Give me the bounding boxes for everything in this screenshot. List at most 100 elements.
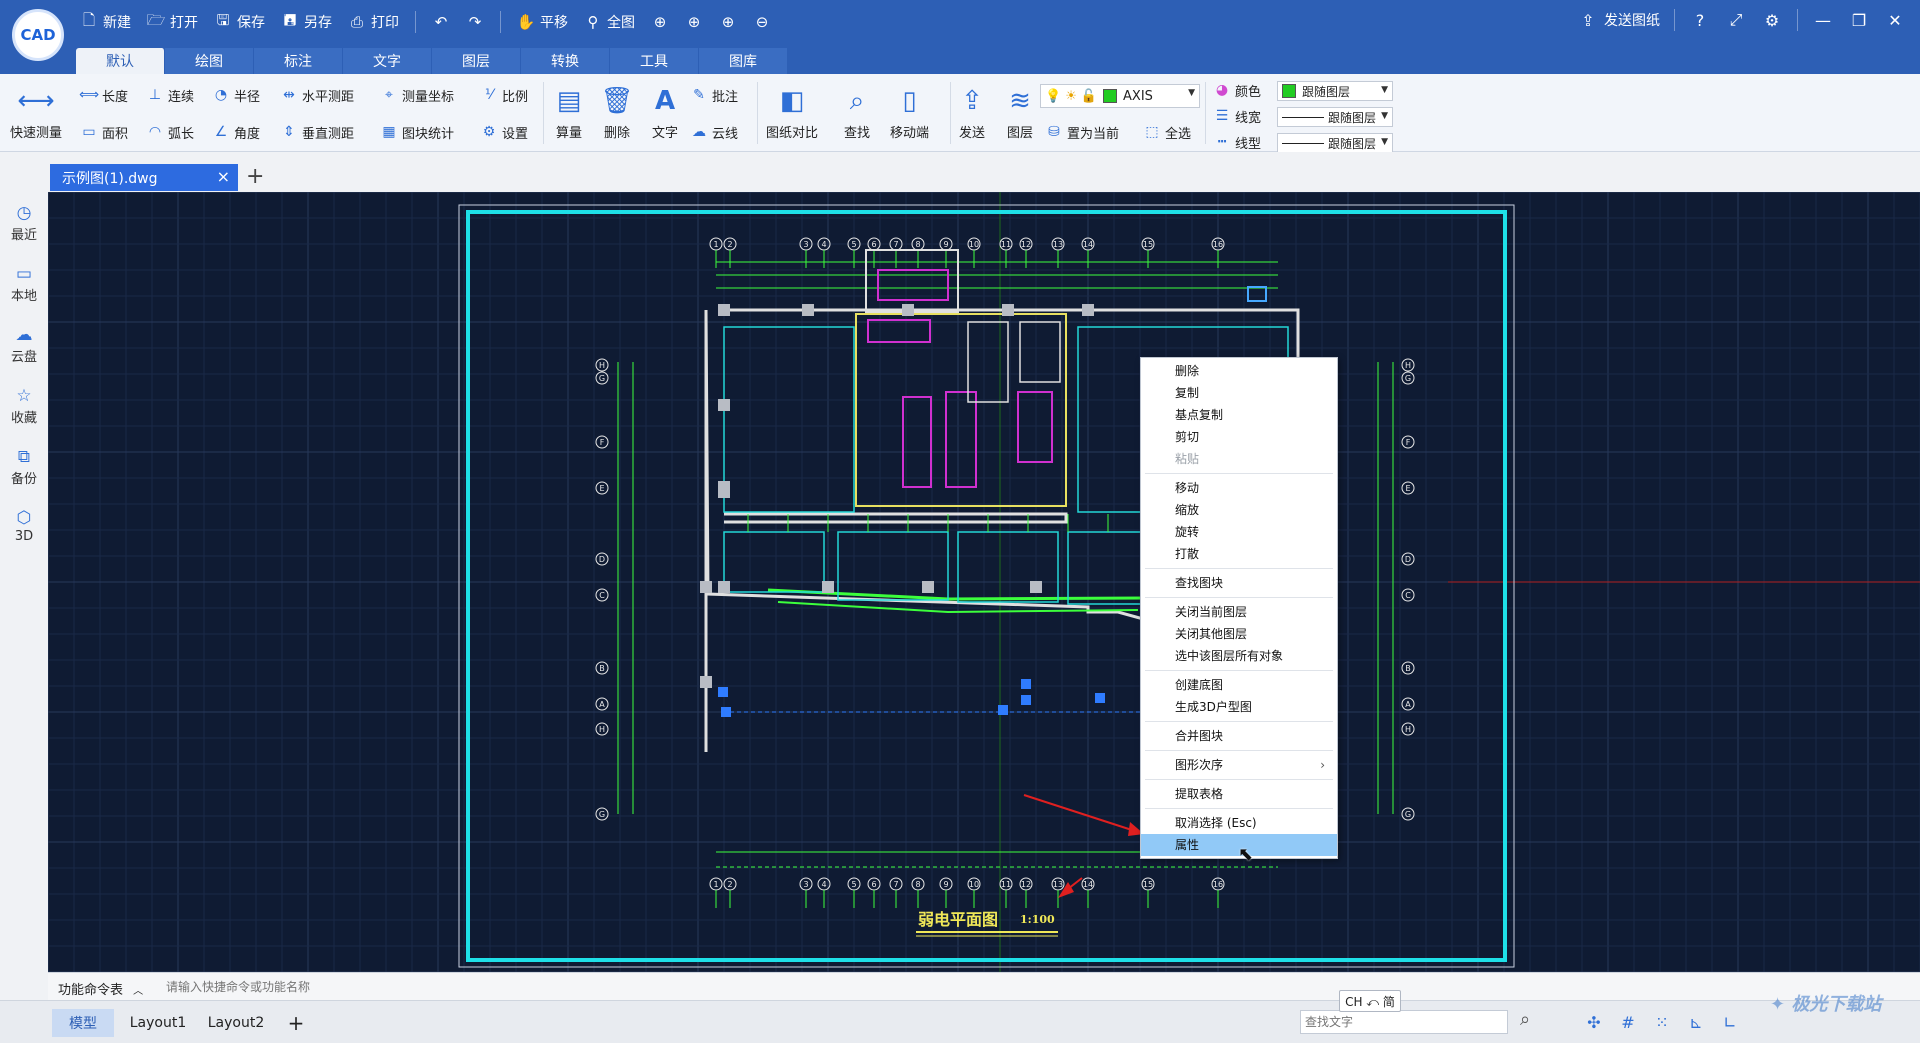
restore-icon[interactable]: ❐ xyxy=(1848,9,1870,31)
menu-item[interactable]: 合并图块 xyxy=(1141,725,1337,747)
menu-item[interactable]: 缩放 xyxy=(1141,499,1337,521)
menu-item[interactable]: 选中该图层所有对象 xyxy=(1141,645,1337,667)
layer-button[interactable]: ≋ 图层 xyxy=(1003,84,1037,141)
tab-5[interactable]: 转换 xyxy=(521,48,610,74)
sidebar-item-cloud[interactable]: ☁ 云盘 xyxy=(0,324,48,365)
menu-item[interactable]: 旋转 xyxy=(1141,521,1337,543)
grid-icon[interactable]: # xyxy=(1616,1011,1640,1033)
ortho-icon[interactable]: ⊾ xyxy=(1684,1011,1708,1033)
quick-measure-button[interactable]: ⟷ 快速测量 xyxy=(10,84,62,141)
search-text-input[interactable] xyxy=(1300,1010,1508,1034)
text-button[interactable]: A 文字 xyxy=(648,84,682,141)
menu-item[interactable]: 基点复制 xyxy=(1141,404,1337,426)
search-icon[interactable]: ⌕ xyxy=(1520,1009,1530,1030)
new-file-button[interactable]: 🗋 新建 xyxy=(80,11,131,32)
fullscreen-icon[interactable]: ⤢ xyxy=(1725,9,1747,31)
close-tab-icon[interactable]: × xyxy=(217,167,230,186)
dot-grid-icon[interactable]: ⁙ xyxy=(1650,1011,1674,1033)
zoom-window-icon[interactable]: ⊕ xyxy=(651,13,669,31)
menu-item[interactable]: 剪切 xyxy=(1141,426,1337,448)
tab-2[interactable]: 标注 xyxy=(254,48,343,74)
menu-item[interactable]: 复制 xyxy=(1141,382,1337,404)
tab-3[interactable]: 文字 xyxy=(343,48,432,74)
menu-item[interactable]: 提取表格 xyxy=(1141,783,1337,805)
add-tab-icon[interactable]: + xyxy=(246,164,264,189)
menu-item[interactable]: 创建底图 xyxy=(1141,674,1337,696)
menu-item[interactable]: 删除 xyxy=(1141,360,1337,382)
find-button[interactable]: ⌕ 查找 xyxy=(840,84,874,142)
save-as-button[interactable]: 🖪 另存 xyxy=(281,11,332,32)
snap-icon[interactable]: ✣ xyxy=(1582,1011,1606,1033)
angle-button[interactable]: ∠ 角度 xyxy=(212,121,260,143)
length-button[interactable]: ⟺ 长度 xyxy=(79,84,128,106)
redo-icon[interactable]: ↷ xyxy=(466,13,484,31)
ime-indicator[interactable]: CH ⤺ 简 xyxy=(1339,990,1401,1012)
print-button[interactable]: ⎙ 打印 xyxy=(348,12,399,32)
tab-7[interactable]: 图库 xyxy=(699,48,788,74)
sidebar-item-3d[interactable]: ⬡ 3D xyxy=(0,507,48,544)
delete-button[interactable]: 🗑 删除 xyxy=(600,84,634,141)
pan-hand-button[interactable]: ✋ 平移 xyxy=(517,12,568,32)
mobile-button[interactable]: ▯ 移动端 xyxy=(890,84,929,141)
radius-button[interactable]: ◔ 半径 xyxy=(212,84,260,106)
layout-tab-layout1[interactable]: Layout1 xyxy=(122,1009,194,1037)
zoom-out-icon[interactable]: ⊖ xyxy=(753,13,771,31)
menu-item[interactable]: 关闭当前图层 xyxy=(1141,601,1337,623)
area-button[interactable]: ▭ 面积 xyxy=(80,121,128,143)
menu-item[interactable]: 查找图块 xyxy=(1141,572,1337,594)
save-button[interactable]: 🖫 保存 xyxy=(214,11,265,32)
layout-tab-layout2[interactable]: Layout2 xyxy=(200,1009,272,1037)
sidebar-item-local[interactable]: ▭ 本地 xyxy=(0,263,48,304)
menu-item[interactable]: 生成3D户型图 xyxy=(1141,696,1337,718)
menu-item[interactable]: 移动 xyxy=(1141,477,1337,499)
zoom-extents-button[interactable]: ⚲ 全图 xyxy=(584,12,636,32)
linetype-select[interactable]: 跟随图层 ▼ xyxy=(1277,133,1393,153)
menu-item[interactable]: 关闭其他图层 xyxy=(1141,623,1337,645)
select-all-button[interactable]: ⬚ 全选 xyxy=(1143,121,1191,143)
arc-length-button[interactable]: ◠ 弧长 xyxy=(146,121,194,143)
command-table-toggle[interactable]: 功能命令表 ︿ xyxy=(58,979,143,998)
sidebar-item-favorites[interactable]: ☆ 收藏 xyxy=(0,385,48,426)
open-folder-button[interactable]: 🗁 打开 xyxy=(147,11,198,32)
zoom-in-icon[interactable]: ⊕ xyxy=(685,13,703,31)
measure-coordinate-button[interactable]: ⌖ 测量坐标 xyxy=(380,84,454,106)
quantity-button[interactable]: ▤ 算量 xyxy=(552,84,586,141)
settings-gear-icon[interactable]: ⚙ xyxy=(1761,9,1783,31)
set-current-button[interactable]: ⛁ 置为当前 xyxy=(1045,121,1119,143)
lineweight-select[interactable]: 跟随图层 ▼ xyxy=(1277,107,1393,127)
zoom-realtime-icon[interactable]: ⊕ xyxy=(719,13,737,31)
document-tab[interactable]: 示例图(1).dwg × xyxy=(50,164,238,191)
menu-item[interactable]: 打散 xyxy=(1141,543,1337,565)
layer-select[interactable]: 💡 ☀ 🔓 AXIS ▼ xyxy=(1040,84,1200,108)
app-logo[interactable]: CAD xyxy=(12,9,64,61)
horizontal-distance-button[interactable]: ⇹ 水平测距 xyxy=(280,84,354,106)
menu-item[interactable]: 取消选择 (Esc) xyxy=(1141,812,1337,834)
sidebar-item-recent[interactable]: ◷ 最近 xyxy=(0,202,48,243)
block-statistics-button[interactable]: ▦ 图块统计 xyxy=(380,121,454,143)
tab-6[interactable]: 工具 xyxy=(610,48,699,74)
command-input[interactable] xyxy=(166,977,666,997)
undo-icon[interactable]: ↶ xyxy=(432,13,450,31)
add-layout-icon[interactable]: + xyxy=(284,1009,308,1037)
layout-tab-model[interactable]: 模型 xyxy=(52,1009,114,1037)
send-button[interactable]: ⇪ 发送 xyxy=(955,84,989,141)
send-drawing-button[interactable]: ⇪ 发送图纸 xyxy=(1577,9,1660,31)
sidebar-item-backup[interactable]: ⧉ 备份 xyxy=(0,446,48,487)
polar-icon[interactable]: ∟ xyxy=(1718,1011,1742,1033)
help-icon[interactable]: ? xyxy=(1689,9,1711,31)
measure-settings-button[interactable]: ⚙ 设置 xyxy=(480,121,528,143)
tab-0[interactable]: 默认 xyxy=(76,48,165,74)
continuous-button[interactable]: ⊥ 连续 xyxy=(146,84,194,106)
vertical-distance-button[interactable]: ⇕ 垂直测距 xyxy=(280,121,354,143)
menu-item[interactable]: 图形次序 › xyxy=(1141,754,1337,776)
tab-1[interactable]: 绘图 xyxy=(165,48,254,74)
scale-button[interactable]: ⅟ 比例 xyxy=(480,84,528,106)
tab-4[interactable]: 图层 xyxy=(432,48,521,74)
close-icon[interactable]: ✕ xyxy=(1884,9,1906,31)
drawing-canvas[interactable]: 1 2 3 4 5 6 7 8 9 10 11 12 13 14 15 16 1 2 3 4 5 6 7 8 9 10 11 12 1… xyxy=(48,192,1920,972)
drawing-compare-button[interactable]: ◧ 图纸对比 xyxy=(766,84,818,141)
minimize-icon[interactable]: — xyxy=(1812,9,1834,31)
annotate-button[interactable]: ✎ 批注 xyxy=(690,84,738,106)
revision-cloud-button[interactable]: ☁ 云线 xyxy=(690,121,738,143)
color-select[interactable]: 跟随图层 ▼ xyxy=(1277,81,1393,101)
